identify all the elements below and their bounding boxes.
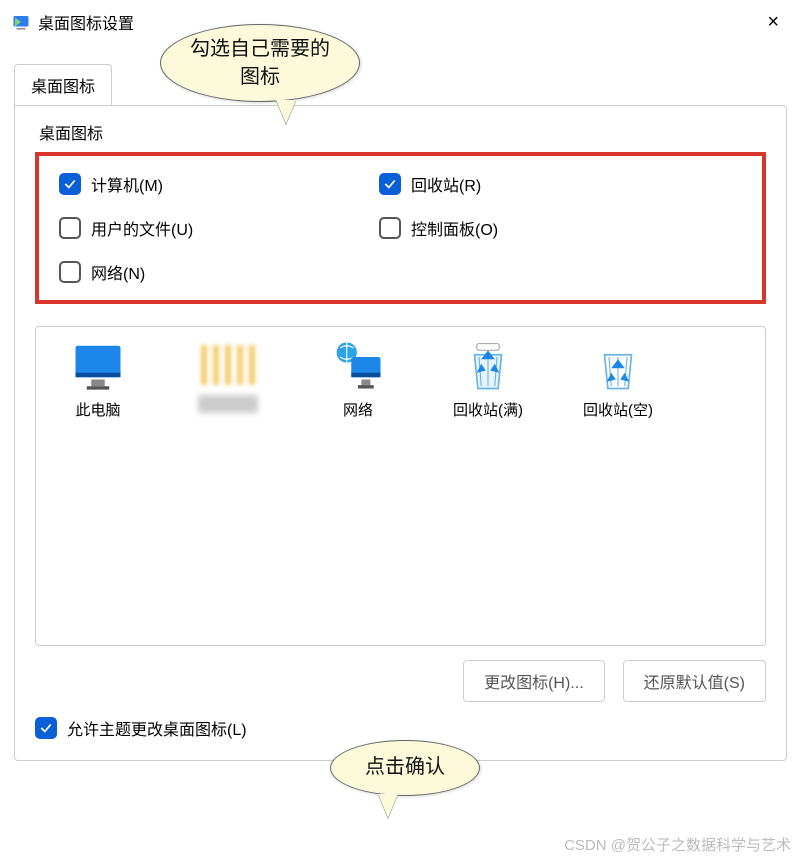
icon-blurred[interactable]: [178, 339, 278, 413]
restore-default-button[interactable]: 还原默认值(S): [623, 660, 766, 702]
checkbox-icon: [59, 173, 81, 195]
group-label: 桌面图标: [35, 120, 766, 144]
icon-recycle-full[interactable]: 回收站(满): [438, 339, 538, 420]
icon-label: 回收站(空): [568, 399, 668, 420]
checkbox-computer[interactable]: 计算机(M): [59, 172, 339, 196]
titlebar: 桌面图标设置 ×: [0, 0, 801, 44]
checkbox-allow-themes[interactable]: 允许主题更改桌面图标(L): [35, 716, 766, 740]
tab-desktop-icons[interactable]: 桌面图标: [14, 64, 112, 105]
icon-label: [198, 395, 258, 413]
callout-tail: [276, 100, 296, 124]
checkbox-label: 网络(N): [91, 260, 145, 284]
checkbox-label: 允许主题更改桌面图标(L): [67, 716, 247, 740]
button-row: 更改图标(H)... 还原默认值(S): [35, 660, 766, 702]
checkbox-controlpanel[interactable]: 控制面板(O): [379, 216, 659, 240]
checkbox-label: 计算机(M): [91, 172, 163, 196]
checkbox-icon: [379, 217, 401, 239]
icon-recycle-empty[interactable]: 回收站(空): [568, 339, 668, 420]
checkbox-label: 回收站(R): [411, 172, 481, 196]
watermark: CSDN @贺公子之数据科学与艺术: [564, 834, 791, 855]
monitor-icon: [71, 339, 125, 393]
checkbox-icon: [379, 173, 401, 195]
icon-label: 网络: [308, 399, 408, 420]
checkbox-userfiles[interactable]: 用户的文件(U): [59, 216, 339, 240]
change-icon-button[interactable]: 更改图标(H)...: [463, 660, 605, 702]
tab-strip: 桌面图标: [0, 64, 801, 105]
app-icon: [12, 13, 30, 31]
checkbox-label: 用户的文件(U): [91, 216, 193, 240]
checkbox-icon: [35, 717, 57, 739]
checkbox-label: 控制面板(O): [411, 216, 498, 240]
icon-this-pc[interactable]: 此电脑: [48, 339, 148, 420]
window-title: 桌面图标设置: [38, 10, 757, 34]
checkbox-icon: [59, 217, 81, 239]
recycle-full-icon: [461, 339, 515, 393]
highlighted-checkbox-group: 计算机(M) 回收站(R) 用户的文件(U) 控制面板(O): [35, 152, 766, 304]
checkbox-recyclebin[interactable]: 回收站(R): [379, 172, 659, 196]
recycle-empty-icon: [591, 339, 645, 393]
icon-label: 回收站(满): [438, 399, 538, 420]
checkbox-icon: [59, 261, 81, 283]
callout-tail: [378, 794, 398, 818]
tab-panel: 桌面图标 计算机(M) 回收站(R) 用户的文件(U): [14, 105, 787, 761]
icon-preview-frame: 此电脑 网络 回收站(满) 回收站(空): [35, 326, 766, 646]
icon-network[interactable]: 网络: [308, 339, 408, 420]
checkbox-network[interactable]: 网络(N): [59, 260, 339, 284]
icon-label: 此电脑: [48, 399, 148, 420]
network-icon: [331, 339, 385, 393]
close-button[interactable]: ×: [757, 7, 789, 38]
folder-icon: [201, 345, 255, 385]
